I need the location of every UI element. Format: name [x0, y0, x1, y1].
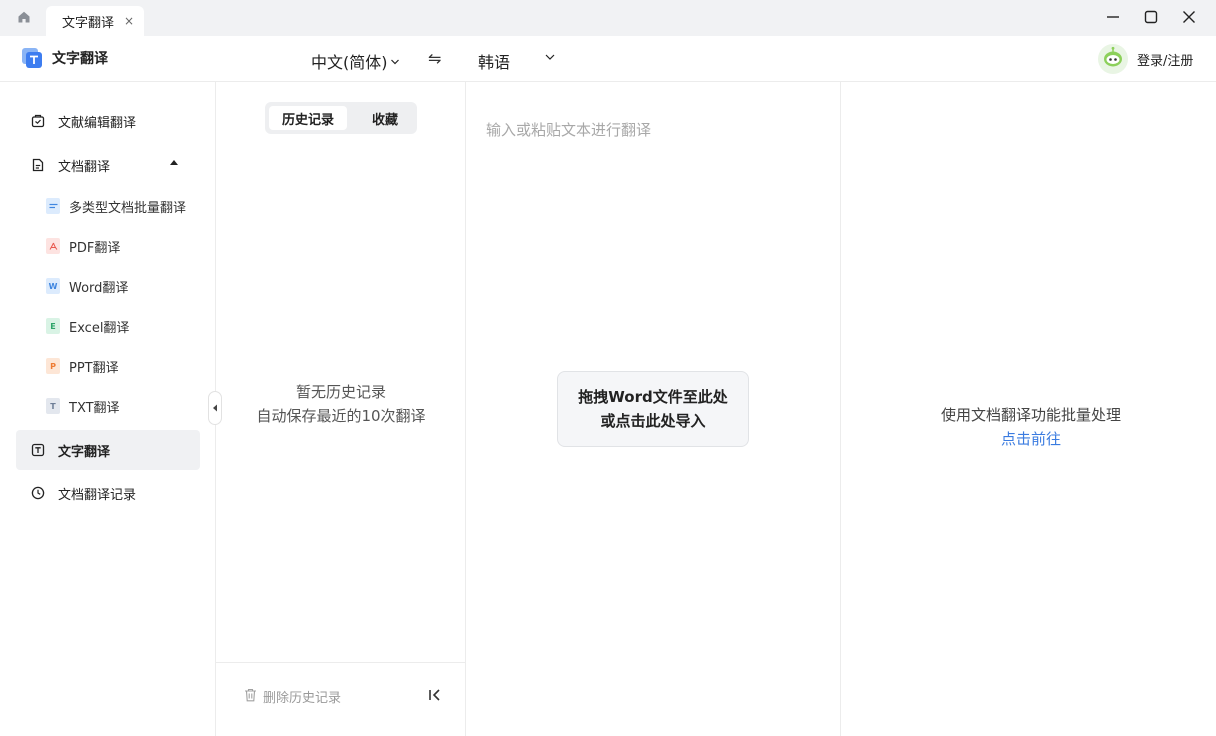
- drop-zone-line-1: 拖拽Word文件至此处: [578, 388, 728, 406]
- sidebar-item-label: 文档翻译: [58, 159, 111, 175]
- ppt-icon: P: [46, 358, 60, 374]
- target-language-select[interactable]: 韩语: [478, 49, 510, 73]
- drop-zone-line-2: 或点击此处导入: [600, 412, 706, 430]
- pdf-icon: [46, 238, 60, 254]
- sidebar-subitem-pdf[interactable]: PDF翻译: [46, 234, 120, 258]
- close-icon: [1182, 10, 1196, 28]
- sidebar-item-literature-edit[interactable]: 文献编辑翻译: [16, 101, 200, 141]
- collapse-panel-icon[interactable]: [428, 687, 442, 703]
- sidebar-item-label: 文档翻译记录: [58, 487, 137, 503]
- swap-languages-button[interactable]: ⇋: [428, 49, 441, 68]
- source-language-select[interactable]: 中文(简体): [311, 49, 400, 73]
- chevron-down-icon[interactable]: [544, 51, 556, 67]
- sidebar-subitem-label: TXT翻译: [69, 400, 120, 416]
- batch-document-icon: [46, 198, 60, 214]
- word-file-drop-zone[interactable]: 拖拽Word文件至此处 或点击此处导入: [557, 371, 749, 447]
- tab-title: 文字翻译: [62, 15, 115, 31]
- maximize-icon: [1144, 10, 1158, 28]
- home-icon: [17, 10, 31, 28]
- batch-hint-text: 使用文档翻译功能批量处理: [940, 406, 1121, 424]
- sidebar-item-document-translate[interactable]: 文档翻译: [16, 145, 200, 185]
- sidebar-collapse-handle[interactable]: [208, 391, 222, 425]
- login-register-link[interactable]: 登录/注册: [1137, 50, 1193, 69]
- delete-history-button[interactable]: 删除历史记录: [244, 687, 341, 706]
- sidebar: 文献编辑翻译 文档翻译 多类型文档批量翻译 PDF翻译 W Word翻译 E E…: [0, 82, 216, 736]
- source-text-placeholder: 输入或粘贴文本进行翻译: [486, 121, 652, 139]
- go-to-document-translate-link[interactable]: 点击前往: [841, 428, 1216, 449]
- text-translate-icon: [30, 442, 46, 458]
- tab-favorites[interactable]: 收藏: [355, 106, 415, 130]
- translation-output-area: 使用文档翻译功能批量处理 点击前往: [841, 82, 1216, 736]
- word-icon: W: [46, 278, 60, 294]
- minimize-button[interactable]: [1100, 6, 1126, 32]
- maximize-button[interactable]: [1138, 6, 1164, 32]
- sidebar-subitem-word[interactable]: W Word翻译: [46, 274, 128, 298]
- sidebar-item-text-translate[interactable]: 文字翻译: [16, 430, 200, 470]
- sidebar-subitem-label: PDF翻译: [69, 240, 121, 256]
- sidebar-subitem-batch[interactable]: 多类型文档批量翻译: [46, 194, 186, 218]
- sidebar-item-label: 文字翻译: [58, 444, 111, 460]
- avatar[interactable]: [1098, 44, 1128, 74]
- app-brand: 文字翻译: [22, 48, 108, 68]
- chevron-down-icon: [390, 52, 400, 71]
- tab-history[interactable]: 历史记录: [269, 106, 347, 130]
- sidebar-item-label: 文献编辑翻译: [58, 115, 137, 131]
- app-header: 文字翻译 中文(简体) ⇋ 韩语 登录/注册: [0, 36, 1216, 82]
- tab-close-icon[interactable]: ×: [124, 14, 134, 28]
- home-button[interactable]: [10, 8, 38, 30]
- source-language-label: 中文(简体): [311, 53, 388, 72]
- tab-text-translate[interactable]: 文字翻译 ×: [46, 6, 144, 36]
- sidebar-subitem-label: Excel翻译: [69, 320, 130, 336]
- target-language-label: 韩语: [478, 53, 511, 72]
- history-footer: 删除历史记录: [216, 662, 466, 736]
- empty-history-subtitle: 自动保存最近的10次翻译: [256, 407, 426, 425]
- excel-icon: E: [46, 318, 60, 334]
- app-logo-icon: [22, 48, 42, 68]
- delete-history-label: 删除历史记录: [263, 691, 342, 706]
- sidebar-subitem-label: Word翻译: [69, 280, 129, 296]
- empty-history-title: 暂无历史记录: [295, 383, 386, 401]
- document-icon: [30, 157, 46, 173]
- sidebar-subitem-excel[interactable]: E Excel翻译: [46, 314, 129, 338]
- trash-icon: [244, 688, 257, 706]
- txt-icon: T: [46, 398, 60, 414]
- sidebar-subitem-label: PPT翻译: [69, 360, 119, 376]
- sidebar-subitem-label: 多类型文档批量翻译: [69, 200, 187, 216]
- document-edit-icon: [30, 113, 46, 129]
- app-name: 文字翻译: [52, 51, 108, 67]
- source-text-area[interactable]: 输入或粘贴文本进行翻译 拖拽Word文件至此处 或点击此处导入: [466, 82, 841, 736]
- title-bar: 文字翻译 ×: [0, 0, 1216, 36]
- sidebar-subitem-ppt[interactable]: P PPT翻译: [46, 354, 119, 378]
- sidebar-item-document-history[interactable]: 文档翻译记录: [16, 473, 200, 513]
- clock-icon: [30, 485, 46, 501]
- sidebar-subitem-txt[interactable]: T TXT翻译: [46, 394, 120, 418]
- history-segmented-control: 历史记录 收藏: [265, 102, 417, 134]
- swap-icon: ⇋: [428, 49, 442, 68]
- close-button[interactable]: [1176, 6, 1202, 32]
- triangle-left-icon: [212, 400, 218, 416]
- minimize-icon: [1106, 10, 1120, 28]
- robot-avatar-icon: [1102, 46, 1124, 72]
- history-panel: 历史记录 收藏 暂无历史记录 自动保存最近的10次翻译 删除历史记录: [216, 82, 466, 736]
- caret-up-icon[interactable]: [170, 160, 178, 165]
